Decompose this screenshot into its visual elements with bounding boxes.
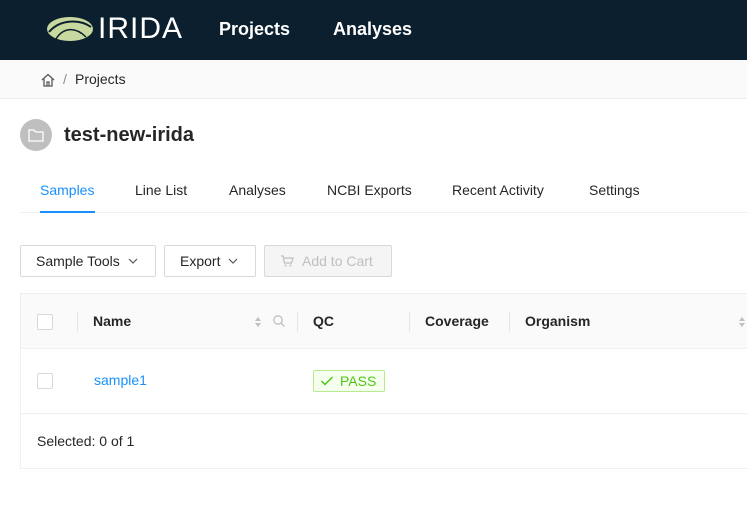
active-tab-indicator xyxy=(40,211,95,213)
logo-text: IRIDA xyxy=(98,12,184,45)
breadcrumb-projects[interactable]: Projects xyxy=(75,71,126,87)
irida-logo[interactable]: IRIDA xyxy=(46,14,183,44)
row-checkbox[interactable] xyxy=(37,373,53,389)
irida-leaf-icon xyxy=(47,17,93,41)
column-divider xyxy=(409,312,410,332)
tab-samples[interactable]: Samples xyxy=(40,182,94,198)
breadcrumb-separator: / xyxy=(63,71,67,87)
chevron-down-icon xyxy=(128,258,138,264)
sample-tools-label: Sample Tools xyxy=(36,253,120,269)
folder-icon xyxy=(28,129,44,142)
qc-status-label: PASS xyxy=(340,373,377,389)
column-header-name[interactable]: Name xyxy=(93,313,131,329)
select-all-checkbox[interactable] xyxy=(37,314,53,330)
tab-ncbi-exports[interactable]: NCBI Exports xyxy=(327,182,412,198)
tab-line-list[interactable]: Line List xyxy=(135,182,187,198)
nav-analyses-link[interactable]: Analyses xyxy=(333,18,412,40)
export-button[interactable]: Export xyxy=(164,245,256,277)
add-to-cart-button[interactable]: Add to Cart xyxy=(264,245,392,277)
table-footer: Selected: 0 of 1 xyxy=(21,415,747,470)
project-tabs: Samples Line List Analyses NCBI Exports … xyxy=(20,170,747,213)
column-divider xyxy=(77,312,78,332)
sort-icon[interactable] xyxy=(254,315,262,329)
qc-status-badge: PASS xyxy=(313,370,386,392)
column-header-organism[interactable]: Organism xyxy=(525,313,590,329)
sample-name-link[interactable]: sample1 xyxy=(94,372,147,388)
tab-analyses[interactable]: Analyses xyxy=(229,182,286,198)
column-header-qc: QC xyxy=(313,313,334,329)
project-title: test-new-irida xyxy=(64,124,195,146)
sample-tools-button[interactable]: Sample Tools xyxy=(20,245,156,277)
home-icon[interactable] xyxy=(40,72,56,88)
add-to-cart-label: Add to Cart xyxy=(302,253,373,269)
chevron-down-icon xyxy=(229,258,238,264)
export-label: Export xyxy=(180,253,221,269)
table-header: Name QC Coverage Organism xyxy=(21,294,747,349)
project-avatar xyxy=(20,119,52,151)
check-icon xyxy=(320,376,334,386)
tab-recent-activity[interactable]: Recent Activity xyxy=(452,182,544,198)
selection-count: Selected: 0 of 1 xyxy=(37,433,135,449)
breadcrumb: / Projects xyxy=(0,60,747,99)
table-row: sample1 PASS xyxy=(21,349,747,414)
search-icon[interactable] xyxy=(272,314,286,328)
nav-projects-link[interactable]: Projects xyxy=(219,18,290,40)
column-divider xyxy=(297,312,298,332)
top-navigation-bar: IRIDA Projects Analyses xyxy=(0,0,747,60)
samples-table: Name QC Coverage Organism sample1 PASS S… xyxy=(20,293,747,469)
tab-settings[interactable]: Settings xyxy=(589,182,640,198)
column-header-coverage: Coverage xyxy=(425,313,489,329)
cart-icon xyxy=(281,255,294,267)
column-divider xyxy=(509,312,510,332)
sort-icon[interactable] xyxy=(738,315,746,329)
